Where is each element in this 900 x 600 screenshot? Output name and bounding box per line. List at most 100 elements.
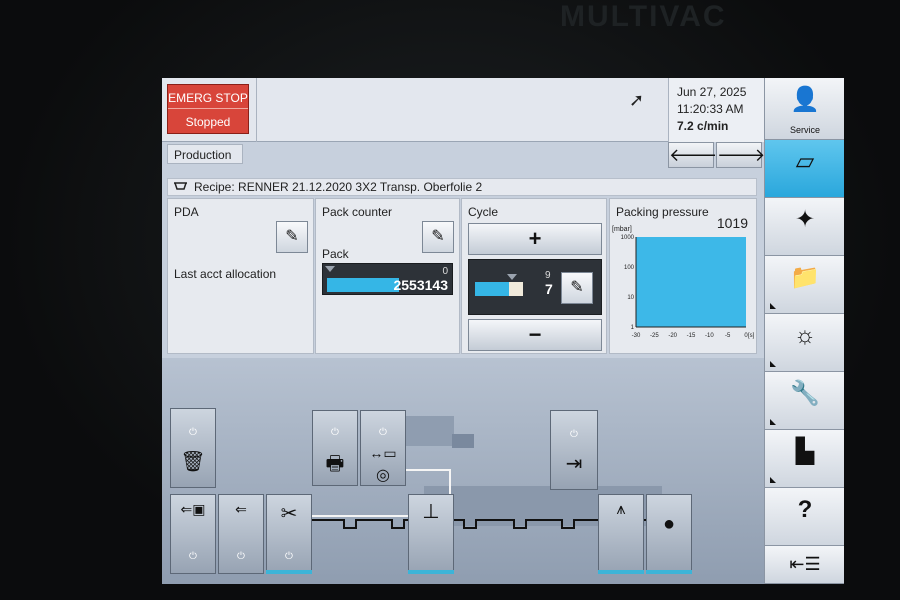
station-status-bar [266, 570, 312, 574]
pack-counter-panel: Pack counter ✎ Pack 0 2553143 [315, 198, 460, 354]
forward-button[interactable]: 🡒 [716, 142, 765, 168]
pack-counter-zero: 0 [442, 266, 448, 277]
pack-counter-display: 0 2553143 [322, 263, 453, 295]
scissors-icon: ✂ [280, 503, 298, 525]
printer-icon: 🖶 [325, 453, 345, 475]
station-cutter[interactable]: ✂ ⏻ [266, 494, 312, 574]
monitor-bezel: MULTIVAC EMERG STOP Stopped ➚ Jun 27, 20… [0, 0, 900, 600]
chart-y-tick-label: 10 [627, 295, 634, 301]
power-icon: ⏻ [237, 551, 245, 562]
chart-y-tick-label: 1000 [621, 235, 635, 241]
packing-pressure-panel: Packing pressure 1019 [mbar] 1000 100 10 1 -3… [609, 198, 757, 354]
settings-icon: ☼ [794, 322, 816, 349]
emergency-stop-indicator[interactable]: EMERG STOP Stopped [167, 84, 249, 134]
pressure-area [636, 237, 746, 327]
power-icon: ⏻ [189, 427, 197, 438]
service-icon: 👤 [790, 86, 820, 113]
edit-icon: ✎ [285, 228, 299, 245]
station-status-bar [408, 570, 454, 574]
pda-note: Last acct allocation [174, 267, 277, 281]
cycle-edit-button[interactable]: ✎ [561, 272, 593, 304]
film-roll-icon: ● [662, 513, 676, 535]
station-infeed-2[interactable]: ⇐ ⏻ [218, 494, 264, 574]
submenu-corner-icon [770, 361, 776, 367]
station-waste-upper[interactable]: ⏻ 🗑 [170, 408, 216, 488]
recipe-bar[interactable]: Recipe: RENNER 21.12.2020 3X2 Transp. Ob… [167, 178, 757, 196]
pack-counter-edit-button[interactable]: ✎ [422, 221, 454, 253]
sidebar-tools-button[interactable]: 🔧 [765, 372, 844, 430]
estop-state: Stopped [168, 108, 248, 129]
sidebar-help-button[interactable]: ? [765, 488, 844, 546]
pda-title: PDA [174, 205, 199, 219]
station-printer[interactable]: ⏻ 🖶 [312, 410, 358, 486]
sidebar-menu-button[interactable]: ⇤☰ [765, 546, 844, 584]
pda-edit-button[interactable]: ✎ [276, 221, 308, 253]
submenu-corner-icon [770, 477, 776, 483]
station-infeed-1[interactable]: ⇐▣ ⏻ [170, 494, 216, 574]
power-icon: ⏻ [189, 551, 197, 562]
recipe-text: Recipe: RENNER 21.12.2020 3X2 Transp. Ob… [194, 180, 483, 194]
pack-counter-value: 2553143 [393, 277, 448, 293]
cycle-current-value: 7 [545, 281, 553, 297]
station-sealing[interactable]: ⊥ [408, 494, 454, 574]
pack-counter-title: Pack counter [322, 205, 393, 219]
help-icon: ? [797, 496, 813, 523]
production-icon: ▱ [795, 148, 815, 175]
submenu-corner-icon [770, 419, 776, 425]
station-labeller[interactable]: ⏻ ↔▭ ◎ [360, 410, 406, 486]
chart-x-tick-label: -30 [632, 333, 641, 339]
pda-panel: PDA ✎ Last acct allocation [167, 198, 314, 354]
cycle-increase-button[interactable]: + [468, 223, 602, 255]
cycle-panel: Cycle + 9 7 ✎ − [461, 198, 607, 354]
sidebar-production-button[interactable]: ▱ [765, 140, 844, 198]
station-end-roll[interactable]: ● [646, 494, 692, 574]
trash-icon: 🗑 [180, 451, 206, 473]
edit-icon: ✎ [570, 279, 584, 296]
sidebar-files-button[interactable]: 📁 [765, 256, 844, 314]
estop-label: EMERG STOP [168, 91, 248, 105]
chart-x-tick-label: -25 [650, 333, 659, 339]
chart-x-tick-label: -15 [687, 333, 696, 339]
back-button[interactable]: 🡐 [668, 142, 717, 168]
wrench-icon: 🔧 [790, 380, 820, 407]
infeed-arrow-icon: ⇐ [235, 501, 247, 517]
menu-icon: ⇤☰ [789, 554, 821, 574]
station-discharge[interactable]: ⏻ ⇥ [550, 410, 598, 490]
tab-production[interactable]: Production [167, 144, 243, 164]
power-icon: ⏻ [331, 427, 339, 438]
machine-sensor-box [452, 434, 474, 448]
label-feed-icon: ↔▭ [369, 445, 397, 461]
power-icon: ⏻ [379, 427, 387, 438]
cycle-decrease-button[interactable]: − [468, 319, 602, 351]
power-icon: ⏻ [570, 429, 578, 440]
pack-label: Pack [322, 247, 349, 261]
packing-pressure-title: Packing pressure [616, 205, 709, 219]
chart-y-tick-label: 1 [631, 325, 635, 331]
sidebar-service-button[interactable]: 👤 Service [765, 78, 844, 140]
pack-counter-bar [327, 278, 399, 292]
station-heating[interactable]: ⩚ [598, 494, 644, 574]
machine-schematic: ⏻ 🗑 ⏻ 🖶 ⏻ ↔▭ ◎ ⏻ ⇥ ⇐▣ ⏻ ⇐ ⏻ ✂ ⏻ ⊥ ⩚ ● [162, 358, 764, 584]
sidebar-wizard-button[interactable]: ✦ [765, 198, 844, 256]
cycle-marker-icon [507, 274, 517, 280]
power-icon: ⏻ [285, 551, 293, 562]
infeed-arrow-icon: ⇐▣ [180, 501, 206, 517]
chart-x-tick-label: -10 [705, 333, 714, 339]
chart-y-tick-label: 100 [624, 265, 635, 271]
service-label: Service [789, 125, 820, 135]
chart-y-unit: [mbar] [612, 226, 632, 233]
chart-x-tick-label: -20 [668, 333, 677, 339]
cycle-display: 9 7 ✎ [468, 259, 602, 315]
sidebar-settings-button[interactable]: ☼ [765, 314, 844, 372]
brand-logo: MULTIVAC [560, 0, 727, 33]
recipe-tray-icon [174, 180, 188, 194]
heating-icon: ⩚ [616, 501, 626, 518]
header-bar: EMERG STOP Stopped ➚ Jun 27, 2025 11:20:… [162, 78, 764, 142]
station-status-bar [646, 570, 692, 574]
statistics-icon: ▙ [795, 438, 815, 465]
sidebar-statistics-button[interactable]: ▙ [765, 430, 844, 488]
chart-x-tick-label: -5 [725, 333, 731, 339]
status-box: Jun 27, 2025 11:20:33 AM 7.2 c/min [668, 78, 764, 142]
film-roll-icon: ◎ [376, 467, 390, 484]
sealing-icon: ⊥ [422, 501, 440, 523]
